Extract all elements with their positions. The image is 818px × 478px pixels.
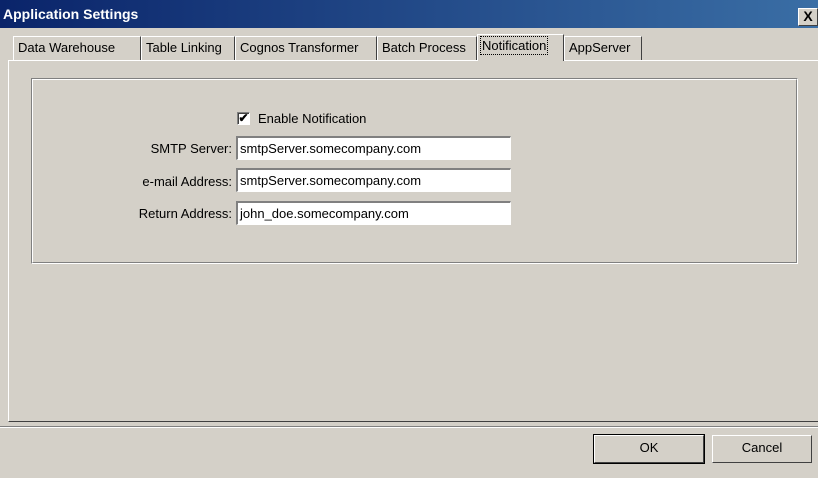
window-title: Application Settings — [3, 6, 139, 22]
tab-label: Table Linking — [146, 40, 222, 55]
smtp-server-input[interactable]: smtpServer.somecompany.com — [236, 136, 511, 160]
enable-notification-checkbox[interactable]: ✔ — [237, 112, 250, 125]
ok-button[interactable]: OK — [593, 434, 705, 464]
tab-table-linking[interactable]: Table Linking — [141, 36, 235, 60]
smtp-server-label: SMTP Server: — [150, 141, 232, 156]
application-settings-window: Application Settings X Data Warehouse Ta… — [0, 0, 818, 478]
tab-label: AppServer — [569, 40, 631, 55]
tab-label: Cognos Transformer — [240, 40, 359, 55]
tab-label: Batch Process — [382, 40, 466, 55]
tab-batch-process[interactable]: Batch Process — [377, 36, 477, 60]
email-address-input[interactable]: smtpServer.somecompany.com — [236, 168, 511, 192]
tab-label: Data Warehouse — [18, 40, 116, 55]
tab-notification[interactable]: Notification — [477, 34, 564, 61]
return-address-input[interactable]: john_doe.somecompany.com — [236, 201, 511, 225]
title-bar[interactable]: Application Settings X — [0, 0, 818, 28]
tab-label: Notification — [479, 36, 549, 55]
button-separator — [0, 426, 818, 428]
tab-appserver[interactable]: AppServer — [564, 36, 642, 60]
tab-data-warehouse[interactable]: Data Warehouse — [13, 36, 141, 60]
email-address-label: e-mail Address: — [142, 174, 232, 189]
enable-notification-label: Enable Notification — [258, 111, 367, 126]
close-button[interactable]: X — [798, 8, 818, 26]
tab-cognos-transformer[interactable]: Cognos Transformer — [235, 36, 377, 60]
cancel-button[interactable]: Cancel — [712, 435, 812, 463]
return-address-label: Return Address: — [138, 206, 232, 221]
